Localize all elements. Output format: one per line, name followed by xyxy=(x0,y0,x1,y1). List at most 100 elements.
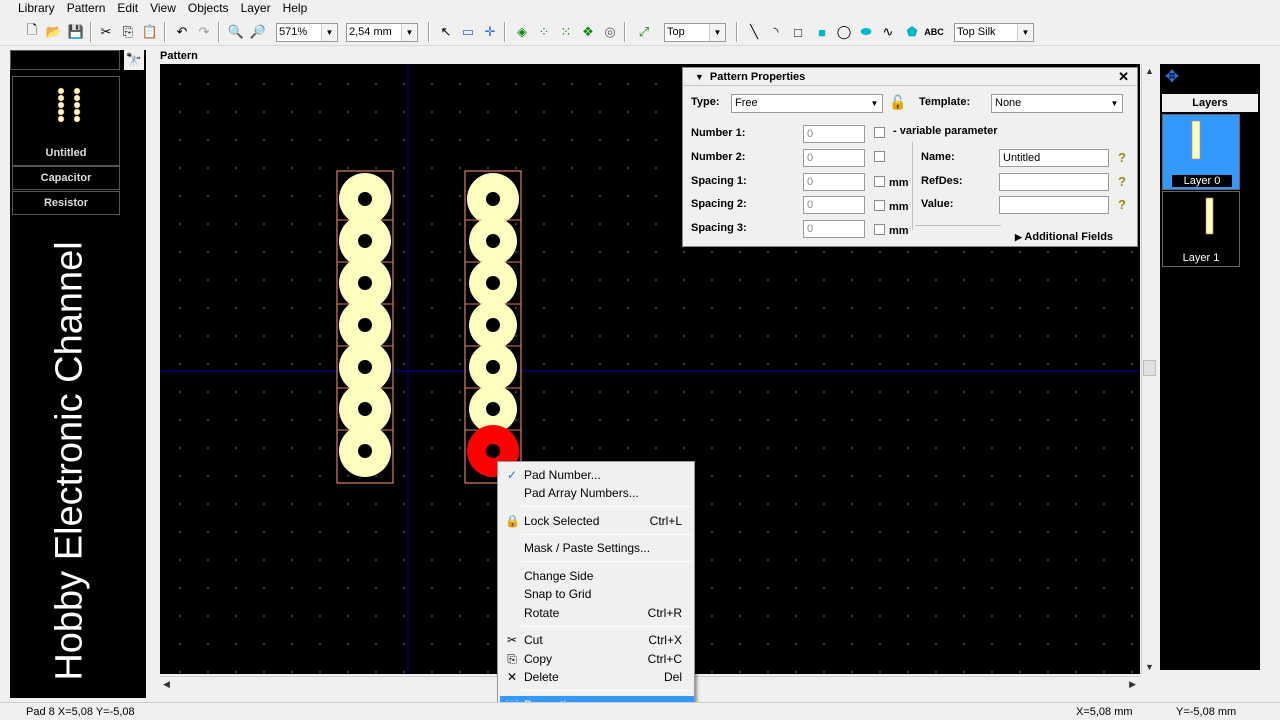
ellipse-tool-icon[interactable]: ◯ xyxy=(834,22,854,42)
undo-icon[interactable]: ↶ xyxy=(172,22,192,42)
number2-input[interactable]: 0 xyxy=(803,149,865,167)
via-icon[interactable]: ◎ xyxy=(600,22,620,42)
chevron-down-icon: ▼ xyxy=(870,99,879,108)
menu-library[interactable]: Library xyxy=(12,0,61,16)
toolbar-separator xyxy=(218,22,220,42)
menu-item-copy[interactable]: ⎘ Copy Ctrl+C xyxy=(500,650,694,668)
binoculars-icon[interactable]: 🔭 xyxy=(124,50,144,70)
fit-frame-icon[interactable]: ⛶ xyxy=(1216,66,1240,88)
paste-icon[interactable]: 📋 xyxy=(140,22,160,42)
filled-ellipse-icon[interactable]: ⬬ xyxy=(856,22,876,42)
library-search-input[interactable] xyxy=(10,50,120,70)
library-item-untitled[interactable]: Untitled xyxy=(12,76,120,166)
menu-item-delete[interactable]: ✕ Delete Del xyxy=(500,668,694,686)
arc-tool-icon[interactable]: ◝ xyxy=(766,22,786,42)
new-file-icon[interactable]: 🗋 xyxy=(22,22,42,42)
spacing2-checkbox[interactable] xyxy=(874,200,885,211)
zoom-in-icon[interactable]: 🔍 xyxy=(226,22,246,42)
close-panel-icon[interactable]: ✕ xyxy=(1240,66,1264,88)
close-icon[interactable]: ✕ xyxy=(1118,68,1129,86)
layer-side-combo[interactable]: Top ▼ xyxy=(664,23,726,42)
polyline-tool-icon[interactable]: ∿ xyxy=(878,22,898,42)
move-up-down-icon[interactable]: ⇕ xyxy=(1188,66,1212,88)
text-tool-icon[interactable]: ABC xyxy=(924,22,944,42)
drill-hole xyxy=(486,318,500,332)
lock-icon[interactable]: 🔓 xyxy=(889,94,906,111)
menu-help[interactable]: Help xyxy=(277,0,314,16)
menu-edit[interactable]: Edit xyxy=(111,0,144,16)
pattern-tab-title: Pattern xyxy=(160,50,198,62)
pad-tool-icon[interactable]: ▭ xyxy=(458,22,478,42)
collapse-triangle-icon[interactable]: ▼ xyxy=(695,72,704,82)
redo-icon[interactable]: ↷ xyxy=(194,22,214,42)
value-help-icon[interactable]: ? xyxy=(1115,198,1129,212)
spacing1-checkbox[interactable] xyxy=(874,176,885,187)
library-item-capacitor[interactable]: Capacitor xyxy=(12,166,120,190)
drill-hole xyxy=(358,444,372,458)
menu-item-cut[interactable]: ✂ Cut Ctrl+X xyxy=(500,631,694,649)
pad-row-icon[interactable]: ⁘ xyxy=(534,22,554,42)
refdes-input[interactable] xyxy=(999,173,1109,191)
spacing3-checkbox[interactable] xyxy=(874,224,885,235)
channel-watermark: Hobby Electronic Channel xyxy=(42,224,98,698)
library-item-resistor[interactable]: Resistor xyxy=(12,191,120,215)
cut-icon[interactable]: ✂ xyxy=(96,22,116,42)
grid-combo[interactable]: 2,54 mm ▼ xyxy=(346,23,418,42)
name-help-icon[interactable]: ? xyxy=(1115,151,1129,165)
menu-layer[interactable]: Layer xyxy=(235,0,277,16)
pad-single-icon[interactable]: ◈ xyxy=(512,22,532,42)
filled-rectangle-icon[interactable]: ■ xyxy=(812,22,832,42)
polygon-tool-icon[interactable]: ⬟ xyxy=(902,22,922,42)
name-input[interactable]: Untitled xyxy=(999,149,1109,167)
scroll-right-icon[interactable]: ▶ xyxy=(1129,679,1136,690)
zoom-fit-icon[interactable]: 🔎 xyxy=(248,22,268,42)
variable-parameter-checkbox[interactable] xyxy=(874,127,885,138)
rectangle-tool-icon[interactable]: □ xyxy=(788,22,808,42)
scroll-down-icon[interactable]: ▼ xyxy=(1145,662,1154,672)
number1-input[interactable]: 0 xyxy=(803,125,865,143)
refdes-help-icon[interactable]: ? xyxy=(1115,175,1129,189)
spacing3-input[interactable]: 0 xyxy=(803,220,865,238)
save-icon[interactable]: 💾 xyxy=(66,22,86,42)
type-select[interactable]: Free ▼ xyxy=(731,94,883,113)
menu-item-pad-array-numbers[interactable]: Pad Array Numbers... xyxy=(500,484,694,502)
menu-item-snap-to-grid[interactable]: Snap to Grid xyxy=(500,585,694,603)
line-tool-icon[interactable]: ╲ xyxy=(744,22,764,42)
menu-pattern[interactable]: Pattern xyxy=(61,0,112,16)
zoom-value: 571% xyxy=(279,26,308,38)
pad-array-icon[interactable]: ⁙ xyxy=(556,22,576,42)
layer-item-1[interactable]: Layer 1 xyxy=(1162,191,1240,267)
open-folder-icon[interactable]: 📂 xyxy=(44,22,64,42)
menu-item-rotate[interactable]: Rotate Ctrl+R xyxy=(500,604,694,622)
menu-item-label: Pad Array Numbers... xyxy=(524,486,639,500)
scroll-thumb[interactable] xyxy=(1143,360,1156,376)
move-icon[interactable]: ✥ xyxy=(1160,66,1184,88)
spacing2-input[interactable]: 0 xyxy=(803,196,865,214)
layer-preview-icon xyxy=(1205,197,1214,235)
origin-cross-icon[interactable]: ✛ xyxy=(480,22,500,42)
template-select[interactable]: None ▼ xyxy=(991,94,1123,113)
copy-icon[interactable]: ⎘ xyxy=(118,22,138,42)
number2-checkbox[interactable] xyxy=(874,151,885,162)
pattern-properties-header[interactable]: ▼ Pattern Properties ✕ xyxy=(683,68,1137,86)
zoom-combo[interactable]: 571% ▼ xyxy=(276,23,338,42)
menu-view[interactable]: View xyxy=(144,0,182,16)
pad-circle-icon[interactable]: ❖ xyxy=(578,22,598,42)
value-input[interactable] xyxy=(999,196,1109,214)
scroll-left-icon[interactable]: ◀ xyxy=(163,679,170,690)
menu-item-mask-paste[interactable]: Mask / Paste Settings... xyxy=(500,539,694,557)
layer-combo[interactable]: Top Silk ▼ xyxy=(954,23,1034,42)
menu-item-lock-selected[interactable]: 🔒 Lock Selected Ctrl+L xyxy=(500,512,694,530)
status-y-coordinate: Y=-5,08 mm xyxy=(1176,706,1237,718)
menu-item-change-side[interactable]: Change Side xyxy=(500,567,694,585)
menu-objects[interactable]: Objects xyxy=(182,0,235,16)
select-arrow-icon[interactable]: ↖ xyxy=(436,22,456,42)
additional-fields-toggle[interactable]: ▶ Additional Fields xyxy=(1015,231,1113,243)
spacing1-input[interactable]: 0 xyxy=(803,173,865,191)
measure-icon[interactable]: ⤢ xyxy=(634,22,654,42)
menu-separator xyxy=(522,506,692,507)
menu-item-pad-number[interactable]: ✓ Pad Number... xyxy=(500,466,694,484)
layer-item-0[interactable]: Layer 0 xyxy=(1162,114,1240,190)
vertical-scrollbar[interactable]: ▲ ▼ xyxy=(1141,64,1157,674)
scroll-up-icon[interactable]: ▲ xyxy=(1145,66,1154,76)
